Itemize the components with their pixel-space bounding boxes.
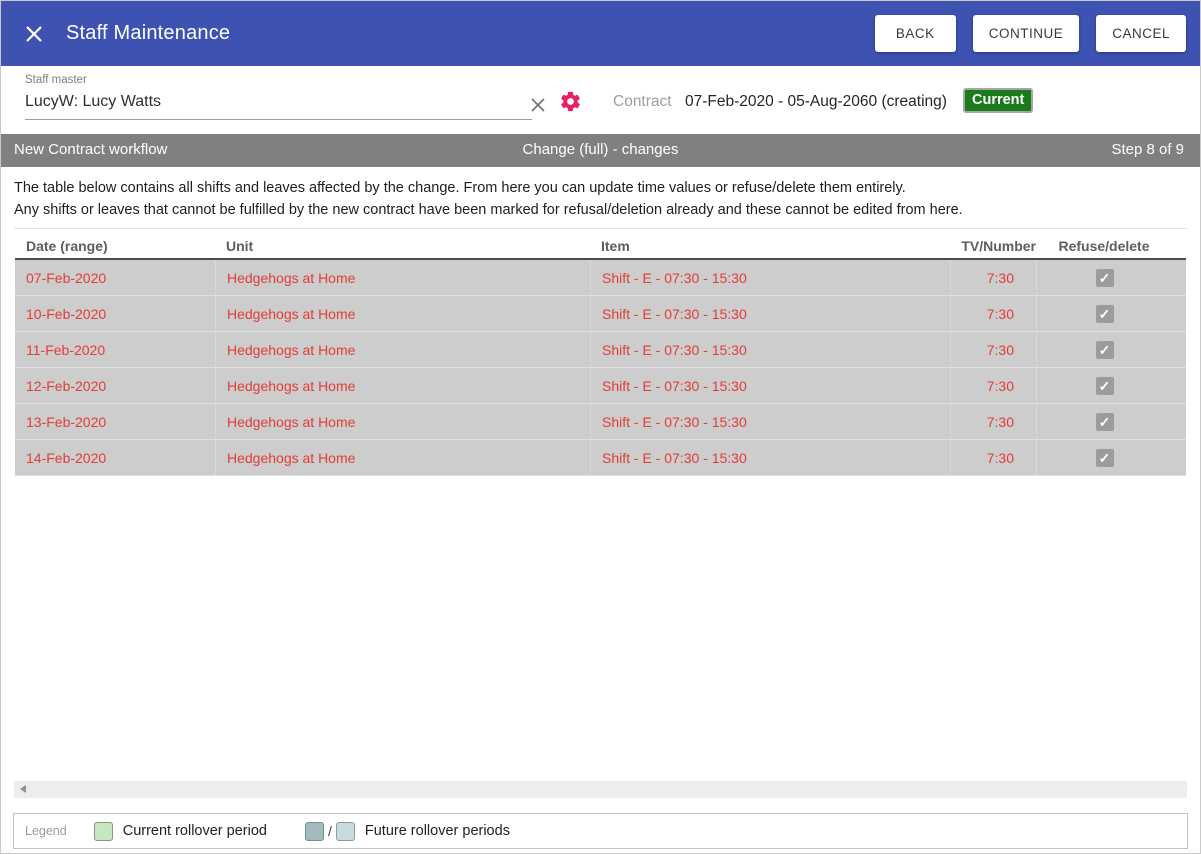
scroll-left-arrow-icon[interactable] bbox=[20, 785, 26, 793]
cell-date: 07-Feb-2020 bbox=[15, 270, 215, 286]
description-line-1: The table below contains all shifts and … bbox=[14, 178, 1187, 200]
cell-tv-number: 7:30 bbox=[950, 260, 1036, 295]
back-button[interactable]: BACK bbox=[875, 15, 956, 52]
checkmark-icon: ✓ bbox=[1099, 449, 1111, 467]
clear-icon[interactable] bbox=[529, 96, 547, 114]
app-bar: Staff Maintenance BACK CONTINUE CANCEL bbox=[1, 1, 1200, 66]
table-row: 11-Feb-2020 Hedgehogs at Home Shift - E … bbox=[15, 332, 1186, 368]
cell-refuse-delete: ✓ bbox=[1036, 368, 1186, 403]
staff-master-input-underline bbox=[25, 119, 532, 120]
cell-tv-number: 7:30 bbox=[950, 440, 1036, 475]
refuse-delete-checkbox[interactable]: ✓ bbox=[1096, 449, 1114, 467]
cell-date: 13-Feb-2020 bbox=[15, 414, 215, 430]
workflow-bar: New Contract workflow Change (full) - ch… bbox=[1, 134, 1200, 167]
table-row: 13-Feb-2020 Hedgehogs at Home Shift - E … bbox=[15, 404, 1186, 440]
cell-item: Shift - E - 07:30 - 15:30 bbox=[590, 368, 950, 403]
staff-master-input[interactable]: LucyW: Lucy Watts bbox=[25, 93, 161, 111]
future-rollover-light-swatch bbox=[336, 822, 355, 841]
cell-tv-number: 7:30 bbox=[950, 296, 1036, 331]
cell-item: Shift - E - 07:30 - 15:30 bbox=[590, 260, 950, 295]
cell-tv-number: 7:30 bbox=[950, 332, 1036, 367]
table-row: 07-Feb-2020 Hedgehogs at Home Shift - E … bbox=[15, 260, 1186, 296]
cell-date: 14-Feb-2020 bbox=[15, 450, 215, 466]
cell-item: Shift - E - 07:30 - 15:30 bbox=[590, 404, 950, 439]
cell-refuse-delete: ✓ bbox=[1036, 404, 1186, 439]
cell-item: Shift - E - 07:30 - 15:30 bbox=[590, 296, 950, 331]
shifts-table: Date (range) Unit Item TV/Number Refuse/… bbox=[15, 233, 1186, 476]
workflow-step: Step 8 of 9 bbox=[1111, 141, 1184, 158]
cell-item: Shift - E - 07:30 - 15:30 bbox=[590, 440, 950, 475]
refuse-delete-checkbox[interactable]: ✓ bbox=[1096, 377, 1114, 395]
cell-date: 11-Feb-2020 bbox=[15, 342, 215, 358]
staff-master-label: Staff master bbox=[25, 74, 87, 86]
cell-refuse-delete: ✓ bbox=[1036, 260, 1186, 295]
col-header-refuse-delete: Refuse/delete bbox=[1036, 238, 1186, 254]
table-row: 14-Feb-2020 Hedgehogs at Home Shift - E … bbox=[15, 440, 1186, 476]
contract-value: 07-Feb-2020 - 05-Aug-2060 (creating) bbox=[685, 93, 947, 111]
gear-icon[interactable] bbox=[559, 90, 582, 113]
cell-item: Shift - E - 07:30 - 15:30 bbox=[590, 332, 950, 367]
refuse-delete-checkbox[interactable]: ✓ bbox=[1096, 305, 1114, 323]
cell-unit: Hedgehogs at Home bbox=[215, 404, 590, 439]
table-row: 12-Feb-2020 Hedgehogs at Home Shift - E … bbox=[15, 368, 1186, 404]
contract-label: Contract bbox=[613, 93, 672, 111]
col-header-item: Item bbox=[590, 238, 950, 254]
cell-refuse-delete: ✓ bbox=[1036, 332, 1186, 367]
cell-refuse-delete: ✓ bbox=[1036, 440, 1186, 475]
refuse-delete-checkbox[interactable]: ✓ bbox=[1096, 269, 1114, 287]
legend-label: Legend bbox=[25, 824, 67, 838]
checkmark-icon: ✓ bbox=[1099, 269, 1111, 287]
description-text: The table below contains all shifts and … bbox=[14, 178, 1187, 221]
future-rollover-dark-swatch bbox=[305, 822, 324, 841]
checkmark-icon: ✓ bbox=[1099, 305, 1111, 323]
current-contract-badge: Current bbox=[963, 88, 1033, 113]
staff-maintenance-window: Staff Maintenance BACK CONTINUE CANCEL S… bbox=[0, 0, 1201, 854]
cell-refuse-delete: ✓ bbox=[1036, 296, 1186, 331]
col-header-tv-number: TV/Number bbox=[950, 238, 1036, 254]
table-row: 10-Feb-2020 Hedgehogs at Home Shift - E … bbox=[15, 296, 1186, 332]
refuse-delete-checkbox[interactable]: ✓ bbox=[1096, 413, 1114, 431]
refuse-delete-checkbox[interactable]: ✓ bbox=[1096, 341, 1114, 359]
legend-separator: / bbox=[328, 823, 332, 839]
table-body: 07-Feb-2020 Hedgehogs at Home Shift - E … bbox=[15, 260, 1186, 476]
cell-tv-number: 7:30 bbox=[950, 404, 1036, 439]
col-header-date: Date (range) bbox=[15, 238, 215, 254]
future-rollover-label: Future rollover periods bbox=[365, 823, 510, 839]
workflow-subtitle: Change (full) - changes bbox=[1, 141, 1200, 158]
cell-unit: Hedgehogs at Home bbox=[215, 260, 590, 295]
current-rollover-swatch bbox=[94, 822, 113, 841]
checkmark-icon: ✓ bbox=[1099, 413, 1111, 431]
cell-unit: Hedgehogs at Home bbox=[215, 296, 590, 331]
horizontal-scrollbar[interactable] bbox=[14, 781, 1187, 798]
table-header: Date (range) Unit Item TV/Number Refuse/… bbox=[15, 233, 1186, 260]
continue-button[interactable]: CONTINUE bbox=[973, 15, 1080, 52]
cell-unit: Hedgehogs at Home bbox=[215, 368, 590, 403]
cell-unit: Hedgehogs at Home bbox=[215, 332, 590, 367]
cell-unit: Hedgehogs at Home bbox=[215, 440, 590, 475]
staff-contract-section: Staff master LucyW: Lucy Watts Contract … bbox=[1, 66, 1200, 134]
cell-tv-number: 7:30 bbox=[950, 368, 1036, 403]
divider bbox=[14, 228, 1187, 229]
close-icon[interactable] bbox=[23, 23, 45, 45]
cell-date: 10-Feb-2020 bbox=[15, 306, 215, 322]
current-rollover-label: Current rollover period bbox=[123, 823, 267, 839]
page-title: Staff Maintenance bbox=[66, 22, 858, 45]
description-line-2: Any shifts or leaves that cannot be fulf… bbox=[14, 200, 1187, 222]
legend-bar: Legend Current rollover period / Future … bbox=[13, 813, 1188, 849]
col-header-unit: Unit bbox=[215, 238, 590, 254]
cancel-button[interactable]: CANCEL bbox=[1096, 15, 1186, 52]
checkmark-icon: ✓ bbox=[1099, 377, 1111, 395]
checkmark-icon: ✓ bbox=[1099, 341, 1111, 359]
cell-date: 12-Feb-2020 bbox=[15, 378, 215, 394]
